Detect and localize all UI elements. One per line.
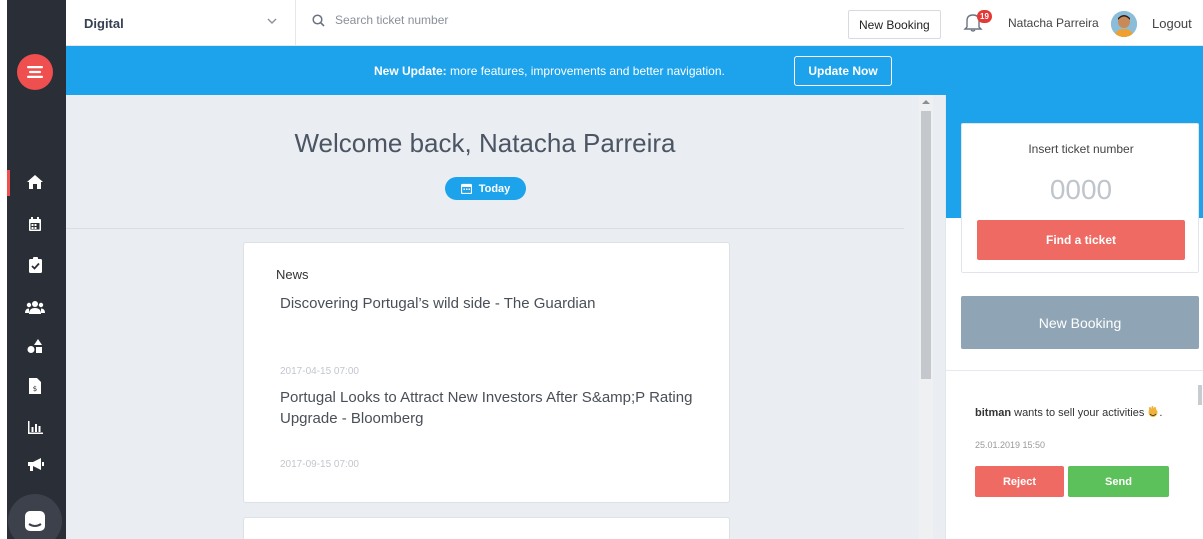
logo-icon: [27, 66, 43, 78]
calendar-icon: [29, 216, 41, 231]
invoice-icon: $: [29, 378, 41, 394]
news-item-title[interactable]: Discovering Portugal’s wild side - The G…: [280, 293, 680, 314]
news-item-date: 2017-04-15 07:00: [280, 366, 359, 377]
main-scrollbar[interactable]: [919, 95, 933, 539]
waving-hand-icon: [1148, 406, 1158, 417]
sidebar-item-customers[interactable]: [24, 296, 46, 318]
notification-date: 25.01.2019 15:50: [975, 440, 1046, 450]
banner-lead: New Update:: [374, 64, 447, 78]
news-item-title[interactable]: Portugal Looks to Attract New Investors …: [280, 387, 700, 429]
logout-link[interactable]: Logout: [1152, 16, 1192, 31]
new-booking-button[interactable]: New Booking: [848, 10, 941, 39]
svg-text:$: $: [33, 385, 37, 393]
chat-launcher[interactable]: [8, 494, 62, 539]
notifications-button[interactable]: 19: [963, 10, 992, 37]
page-title: Welcome back, Natacha Parreira: [294, 128, 676, 158]
search-icon: [312, 13, 325, 27]
find-ticket-button[interactable]: Find a ticket: [977, 220, 1185, 260]
active-indicator: [7, 170, 10, 196]
notification-user: bitman: [975, 407, 1012, 419]
right-panel: Insert ticket number Find a ticket New B…: [945, 95, 1203, 539]
update-now-button[interactable]: Update Now: [794, 56, 892, 86]
news-card: News Discovering Portugal’s wild side - …: [243, 242, 730, 503]
home-icon: [27, 175, 43, 189]
divider: [66, 228, 904, 229]
divider: [946, 370, 1203, 371]
ticket-number-input[interactable]: [976, 168, 1186, 212]
users-icon: [25, 301, 45, 314]
chevron-down-icon: [267, 18, 277, 24]
search-bar: [312, 13, 595, 27]
scroll-up-icon: [922, 100, 930, 104]
ticket-label: Insert ticket number: [1028, 142, 1134, 156]
sidebar-item-activities[interactable]: [24, 335, 46, 357]
avatar[interactable]: [1111, 11, 1137, 37]
department-select[interactable]: Digital: [66, 0, 296, 46]
sidebar-item-calendar[interactable]: [24, 213, 46, 235]
send-button[interactable]: Send: [1068, 466, 1169, 497]
sidebar-item-marketing[interactable]: [24, 453, 46, 475]
news-section-title: News: [276, 267, 309, 282]
sidebar: $: [0, 0, 66, 539]
user-name: Natacha Parreira: [1008, 16, 1099, 30]
department-label: Digital: [84, 15, 124, 31]
sidebar-item-home[interactable]: [24, 171, 46, 193]
dashboard-main: Welcome back, Natacha Parreira Today New…: [66, 95, 919, 539]
sidebar-item-reports[interactable]: [24, 416, 46, 438]
top-bar: Digital New Booking 19 Natacha Parreira …: [66, 0, 1203, 46]
sidebar-item-invoices[interactable]: $: [24, 375, 46, 397]
sidebar-edge: [0, 0, 7, 539]
banner-text: more features, improvements and better n…: [450, 64, 725, 78]
user-avatar-icon: [1111, 11, 1137, 37]
ticket-search-box: Insert ticket number Find a ticket: [961, 123, 1199, 273]
news-card: [243, 517, 730, 539]
shapes-icon: [27, 339, 42, 353]
calendar-icon: [460, 183, 472, 194]
app-root: $ Digital New Booking 19 Natacha Parreir…: [0, 0, 1203, 539]
reject-button[interactable]: Reject: [975, 466, 1064, 497]
notification-count-badge: 19: [977, 10, 992, 23]
scrollbar-thumb[interactable]: [921, 111, 931, 379]
clipboard-check-icon: [28, 257, 42, 273]
bar-chart-icon: [27, 420, 43, 434]
banner-message: New Update: more features, improvements …: [374, 64, 725, 78]
notification-message: bitman wants to sell your activities .: [975, 406, 1163, 419]
sidebar-item-tasks[interactable]: [24, 254, 46, 276]
notification-text: wants to sell your activities: [1014, 407, 1145, 419]
search-input[interactable]: [335, 13, 595, 27]
app-logo[interactable]: [17, 54, 53, 90]
new-booking-button[interactable]: New Booking: [961, 296, 1199, 349]
today-button[interactable]: Today: [445, 177, 526, 200]
today-label: Today: [478, 182, 511, 195]
chat-icon: [25, 511, 45, 531]
megaphone-icon: [27, 457, 44, 471]
notification-scrollbar[interactable]: [1198, 385, 1202, 405]
update-banner: New Update: more features, improvements …: [66, 46, 1203, 95]
news-item-date: 2017-09-15 07:00: [280, 459, 359, 470]
